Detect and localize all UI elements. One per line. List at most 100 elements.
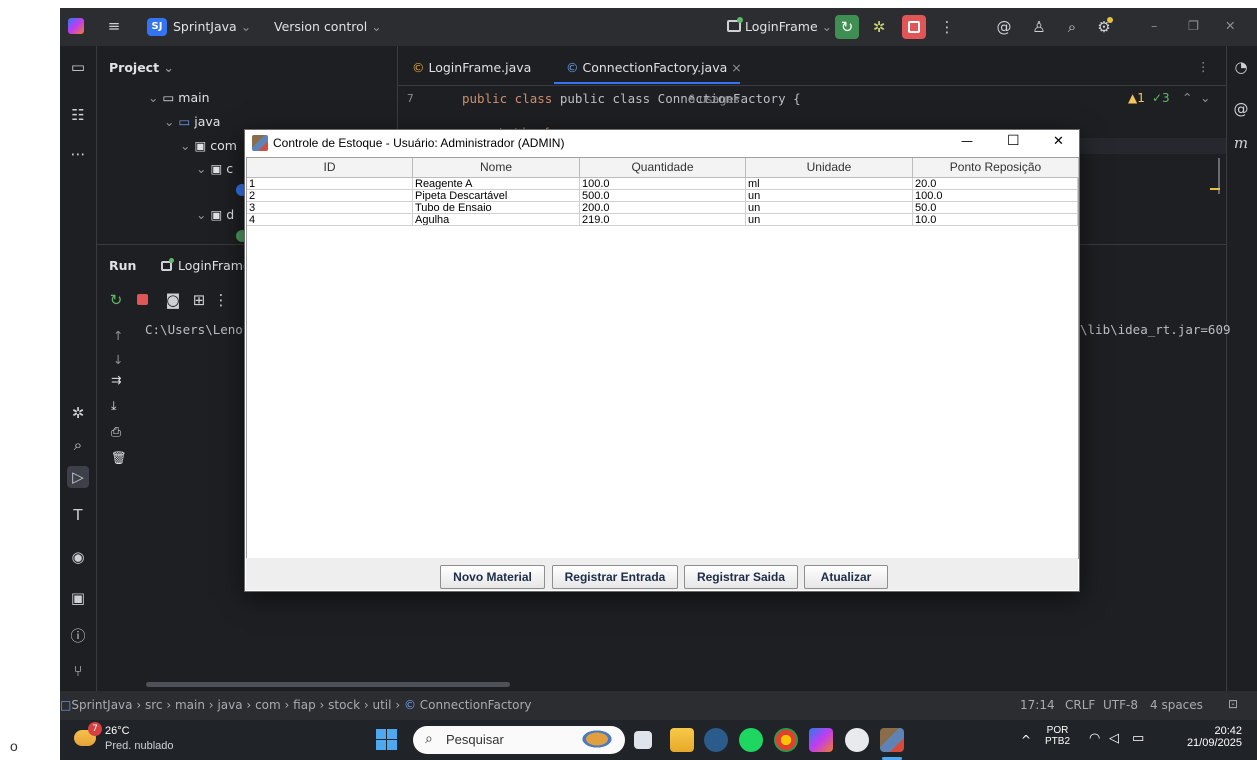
table-cell[interactable]: 1 [247,178,413,190]
table-cell[interactable]: 3 [247,202,413,214]
services-tool-icon[interactable]: ◉ [67,546,89,568]
table-cell[interactable]: Agulha [413,214,580,226]
table-cell[interactable]: 500.0 [580,190,746,202]
inspection-ok[interactable]: ✓3 [1152,91,1170,105]
project-tool-icon[interactable]: ▭ [67,56,89,78]
column-header-nome[interactable]: Nome [413,158,580,178]
swing-minimize-button[interactable]: — [961,134,973,148]
dump-threads-icon[interactable]: ⊞ [188,289,210,311]
table-cell[interactable]: un [746,214,913,226]
scroll-down-icon[interactable]: ↓ [113,352,123,367]
table-cell[interactable]: 100.0 [580,178,746,190]
stop-icon[interactable] [137,294,148,305]
table-cell[interactable]: 100.0 [913,190,1078,202]
ai-assistant-icon[interactable]: @ [993,16,1015,38]
breadcrumb-item[interactable]: src [145,698,163,712]
task-view-icon[interactable] [634,731,652,749]
battery-icon[interactable]: ▭ [1132,731,1144,746]
windows-start-icon[interactable] [376,729,397,750]
language-indicator[interactable]: POR PTB2 [1045,725,1070,747]
build-tool-icon[interactable]: T [67,504,89,526]
novo-material-button[interactable]: Novo Material [440,565,545,589]
breadcrumb-item[interactable]: SprintJava [71,698,132,712]
java-app-taskbar-icon[interactable] [880,728,904,752]
tab-loginframe[interactable]: © LoginFrame.java [412,60,531,75]
table-cell[interactable]: un [746,202,913,214]
rerun-icon[interactable]: ↻ [835,15,859,39]
steam-icon[interactable] [704,728,728,752]
more-tools-icon[interactable]: ⋯ [67,143,89,165]
table-cell[interactable]: 50.0 [913,202,1078,214]
taskbar-clock[interactable]: 20:42 21/09/2025 [1180,725,1242,749]
table-cell[interactable]: 200.0 [580,202,746,214]
table-cell[interactable]: Reagente A [413,178,580,190]
main-menu-icon[interactable]: ≡ [103,15,125,37]
table-cell[interactable]: 2 [247,190,413,202]
swing-maximize-button[interactable]: ☐ [1007,133,1020,149]
intellij-taskbar-icon[interactable] [809,728,833,752]
prev-highlight-icon[interactable]: ⌃ [1182,90,1192,105]
lock-icon[interactable]: ⊡ [1228,697,1238,711]
problems-tool-icon[interactable]: ⓘ [67,625,89,647]
swing-close-button[interactable]: ✕ [1053,134,1064,149]
breadcrumb-item[interactable]: ConnectionFactory [420,698,532,712]
debug-icon[interactable]: ✲ [868,16,890,38]
tree-node-java[interactable]: ⌄ ▭ java [164,114,220,129]
tab-close-icon[interactable]: × [731,60,741,75]
console-scrollbar[interactable] [146,682,510,687]
find-tool-icon[interactable]: ⌕ [67,434,89,456]
tray-overflow-icon[interactable]: ^ [1021,733,1031,747]
scroll-up-icon[interactable]: ↑ [113,328,123,343]
usages-hint[interactable]: 6 usages [688,92,740,106]
vcs-menu[interactable]: Version control ⌄ [274,19,382,34]
registrar-saida-button[interactable]: Registrar Saida [684,565,798,589]
table-cell[interactable]: 20.0 [913,178,1078,190]
code-line[interactable]: public class public class ConnectionFact… [462,91,801,106]
weather-temperature[interactable]: 26°C [105,725,130,737]
table-cell[interactable]: Pipeta Descartável [413,190,580,202]
maven-icon[interactable]: m [1230,132,1252,154]
column-header-unidade[interactable]: Unidade [746,158,913,178]
screenshot-icon[interactable]: ◙ [162,289,184,311]
chrome-icon[interactable] [774,728,798,752]
window-close-button[interactable]: ✕ [1225,18,1235,33]
file-encoding[interactable]: UTF-8 [1103,698,1138,712]
run-more-icon[interactable]: ⋮ [210,289,232,311]
spotify-icon[interactable] [739,728,763,752]
swing-titlebar[interactable]: Controle de Estoque - Usuário: Administr… [245,130,1079,157]
breadcrumb-item[interactable]: com [255,698,281,712]
atualizar-button[interactable]: Atualizar [804,565,888,589]
intellij-logo-icon[interactable] [68,18,84,34]
run-config-selector[interactable]: LoginFrame ⌄ [745,19,832,34]
caret-position[interactable]: 17:14 [1020,698,1055,712]
table-cell[interactable]: 4 [247,214,413,226]
table-cell[interactable]: 219.0 [580,214,746,226]
chatgpt-icon[interactable] [845,728,869,752]
git-tool-icon[interactable]: ⑂ [67,660,89,682]
search-icon[interactable]: ⌕ [1061,16,1083,38]
print-icon[interactable]: ⎙ [111,424,121,440]
structure-tool-icon[interactable]: ☷ [67,104,89,126]
breadcrumb-item[interactable]: stock [328,698,360,712]
column-header-ponto-reposicao[interactable]: Ponto Reposição [913,158,1079,178]
debug-tool-icon[interactable]: ✲ [67,402,89,424]
more-actions-icon[interactable]: ⋮ [936,16,958,38]
window-restore-button[interactable]: ❐ [1188,18,1199,33]
rerun-icon[interactable]: ↻ [105,289,127,311]
breadcrumb-item[interactable]: util [373,698,392,712]
soft-wrap-icon[interactable]: ⇉ [111,372,121,387]
table-cell[interactable]: Tubo de Ensaio [413,202,580,214]
run-tool-icon[interactable]: ▷ [67,466,89,488]
add-user-icon[interactable]: ♙ [1028,16,1050,38]
table-cell[interactable]: 10.0 [913,214,1078,226]
tree-node-main[interactable]: ⌄ ▭ main [148,90,210,105]
notifications-icon[interactable]: ◔ [1230,56,1252,78]
breadcrumb-item[interactable]: fiap [293,698,316,712]
column-header-quantidade[interactable]: Quantidade [580,158,746,178]
tree-node-d[interactable]: ⌄ ▣ d [196,207,234,222]
next-highlight-icon[interactable]: ⌄ [1200,90,1210,105]
wifi-icon[interactable]: ◠ [1089,731,1100,746]
window-minimize-button[interactable]: – [1151,18,1157,33]
registrar-entrada-button[interactable]: Registrar Entrada [552,565,678,589]
scroll-to-end-icon[interactable]: ⤓ [111,398,117,414]
